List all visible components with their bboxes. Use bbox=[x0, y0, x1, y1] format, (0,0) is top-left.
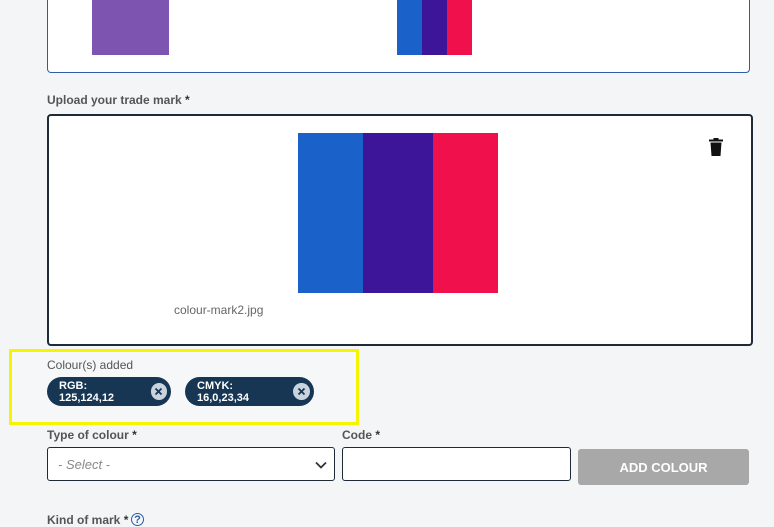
colours-added-label: Colour(s) added bbox=[47, 358, 134, 372]
thumbnail-stripe-red bbox=[447, 0, 472, 55]
thumbnail-stripe-blue bbox=[397, 0, 422, 55]
kind-of-mark-label-row: Kind of mark * bbox=[47, 513, 128, 527]
trademark-thumbnail bbox=[397, 0, 472, 55]
type-of-colour-label: Type of colour bbox=[47, 428, 129, 442]
add-colour-button[interactable]: ADD COLOUR bbox=[578, 449, 749, 485]
code-input[interactable] bbox=[342, 447, 571, 481]
code-label: Code bbox=[342, 428, 372, 442]
chip-label: RGB: 125,124,12 bbox=[59, 379, 115, 404]
colour-chip-cmyk[interactable]: CMYK: 16,0,23,34 bbox=[185, 377, 314, 406]
colour-chip-rgb[interactable]: RGB: 125,124,12 bbox=[47, 377, 171, 406]
type-of-colour-label-row: Type of colour * bbox=[47, 428, 137, 442]
required-asterisk: * bbox=[375, 428, 381, 442]
upload-label: Upload your trade mark bbox=[47, 93, 182, 107]
chevron-down-icon bbox=[315, 461, 327, 469]
select-value: - Select - bbox=[58, 456, 111, 472]
code-label-row: Code * bbox=[342, 428, 380, 442]
uploaded-filename: colour-mark2.jpg bbox=[174, 303, 264, 317]
required-asterisk: * bbox=[132, 428, 137, 442]
stripe-indigo bbox=[363, 133, 433, 293]
required-asterisk: * bbox=[123, 513, 129, 527]
stripe-blue bbox=[298, 133, 363, 293]
chip-label: CMYK: 16,0,23,34 bbox=[197, 379, 249, 404]
upload-label-row: Upload your trade mark * bbox=[47, 93, 190, 107]
required-asterisk: * bbox=[185, 93, 190, 107]
type-of-colour-select[interactable]: - Select - bbox=[47, 447, 335, 481]
thumbnail-stripe-indigo bbox=[422, 0, 447, 55]
kind-of-mark-label: Kind of mark bbox=[47, 513, 121, 527]
colour-swatch-preview bbox=[92, 0, 169, 55]
remove-chip-icon[interactable] bbox=[293, 383, 310, 400]
stripe-red bbox=[433, 133, 498, 293]
trademark-image bbox=[298, 133, 498, 293]
remove-chip-icon[interactable] bbox=[150, 383, 167, 400]
help-icon[interactable]: ? bbox=[131, 513, 144, 526]
trash-icon[interactable] bbox=[709, 138, 723, 156]
